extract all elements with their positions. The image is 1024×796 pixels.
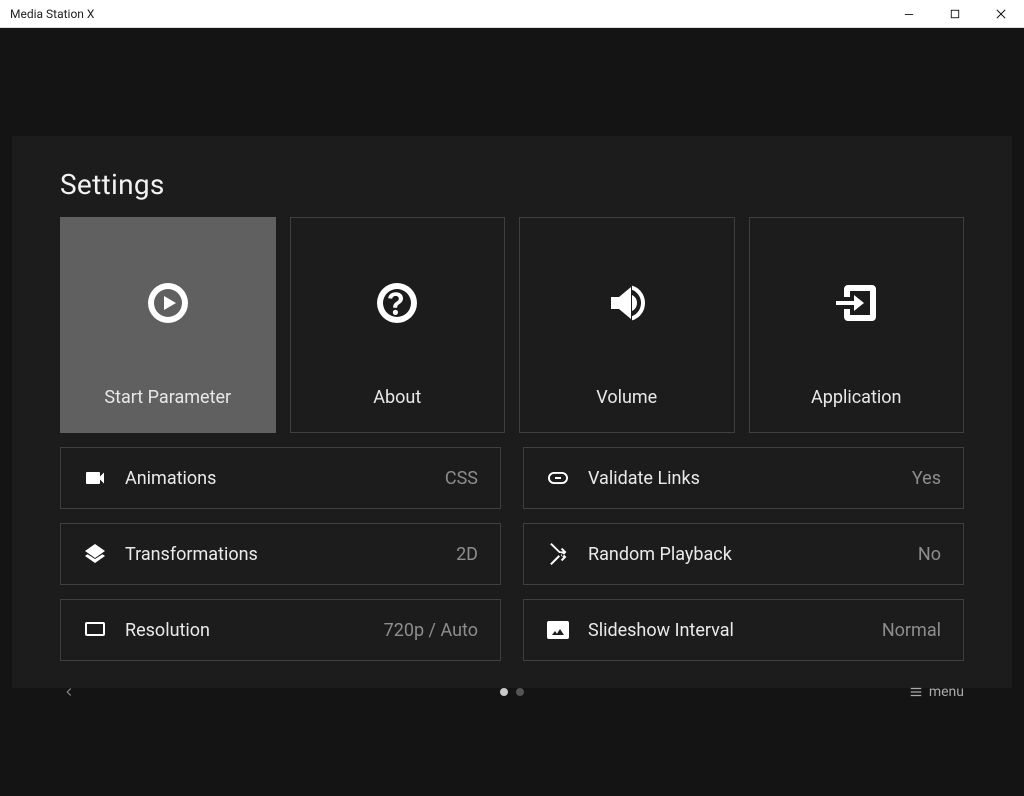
close-icon [996, 9, 1006, 19]
menu-icon [909, 685, 923, 699]
shuffle-icon [546, 542, 570, 566]
pager-dot-2[interactable] [516, 688, 524, 696]
videocam-icon [83, 466, 107, 490]
settings-panel: Settings Start Parameter About Volume [12, 136, 1012, 688]
option-resolution[interactable]: Resolution 720p / Auto [60, 599, 501, 661]
page-prev-button[interactable] [60, 683, 78, 701]
option-value: 720p / Auto [384, 620, 478, 641]
page-title: Settings [60, 168, 964, 201]
option-value: Yes [912, 468, 941, 489]
option-label: Resolution [125, 620, 210, 641]
image-icon [546, 618, 570, 642]
help-circle-icon [291, 218, 505, 388]
option-value: CSS [445, 468, 478, 489]
tile-label: About [373, 387, 421, 408]
option-value: No [918, 544, 941, 565]
option-value: 2D [456, 544, 478, 565]
option-slideshow-interval[interactable]: Slideshow Interval Normal [523, 599, 964, 661]
window-minimize-button[interactable] [886, 0, 932, 27]
window-maximize-button[interactable] [932, 0, 978, 27]
option-transformations[interactable]: Transformations 2D [60, 523, 501, 585]
window-controls [886, 0, 1024, 27]
tile-label: Volume [596, 387, 657, 408]
window-title: Media Station X [10, 7, 94, 21]
option-animations[interactable]: Animations CSS [60, 447, 501, 509]
pager-dots [500, 688, 524, 696]
menu-label: menu [929, 684, 964, 700]
tile-volume[interactable]: Volume [519, 217, 735, 433]
option-validate-links[interactable]: Validate Links Yes [523, 447, 964, 509]
option-label: Slideshow Interval [588, 620, 734, 641]
tile-label: Start Parameter [104, 387, 231, 408]
maximize-icon [950, 9, 960, 19]
pager-dot-1[interactable] [500, 688, 508, 696]
layers-icon [83, 542, 107, 566]
tile-about[interactable]: About [290, 217, 506, 433]
monitor-icon [83, 618, 107, 642]
option-label: Transformations [125, 544, 258, 565]
link-icon [546, 466, 570, 490]
window-close-button[interactable] [978, 0, 1024, 27]
exit-icon [750, 218, 964, 388]
settings-options-grid: Animations CSS Validate Links Yes Transf… [60, 447, 964, 661]
option-value: Normal [882, 620, 941, 641]
tile-start-parameter[interactable]: Start Parameter [60, 217, 276, 433]
option-label: Validate Links [588, 468, 700, 489]
window-titlebar: Media Station X [0, 0, 1024, 28]
app-body: Settings Start Parameter About Volume [0, 28, 1024, 796]
tile-label: Application [811, 387, 901, 408]
minimize-icon [904, 9, 914, 19]
menu-button[interactable]: menu [909, 684, 964, 700]
settings-tile-row: Start Parameter About Volume Application [60, 217, 964, 433]
tile-application[interactable]: Application [749, 217, 965, 433]
option-label: Animations [125, 468, 216, 489]
play-circle-icon [61, 218, 275, 388]
chevron-left-icon [62, 685, 76, 699]
panel-footer: menu [60, 683, 964, 701]
speaker-icon [520, 218, 734, 388]
option-label: Random Playback [588, 544, 732, 565]
option-random-playback[interactable]: Random Playback No [523, 523, 964, 585]
